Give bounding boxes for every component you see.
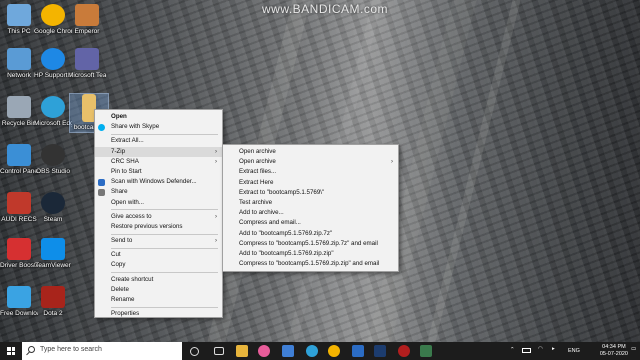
this-pc-icon[interactable]: This PC <box>0 4 38 35</box>
chevron-right-icon: › <box>215 238 217 245</box>
teamviewer-icon[interactable]: TeamViewer <box>34 238 72 269</box>
itunes-icon[interactable] <box>258 345 270 357</box>
submenu-extract-files[interactable]: Extract files... <box>223 167 398 177</box>
taskbar-search-box[interactable]: Type here to search <box>22 342 182 360</box>
notification-icon[interactable]: ▭ <box>631 346 636 360</box>
edge-taskbar-icon[interactable] <box>306 345 318 357</box>
control-panel-icon[interactable]: Control Panel <box>0 144 38 175</box>
emperor-icon[interactable]: Emperor <box>68 4 106 35</box>
submenu-open-archive-more[interactable]: Open archive › <box>223 157 398 167</box>
menu-item-properties[interactable]: Properties <box>95 309 222 319</box>
menu-item-copy[interactable]: Copy <box>95 260 222 270</box>
edge-icon[interactable]: Microsoft Edge <box>34 96 72 127</box>
menu-item-scan-defender[interactable]: Scan with Windows Defender... <box>95 177 222 187</box>
language-indicator[interactable]: ENG <box>568 348 580 360</box>
menu-item-share-skype[interactable]: Share with Skype <box>95 122 222 132</box>
chevron-up-icon[interactable]: ⌃ <box>510 347 515 360</box>
photoshop-icon[interactable] <box>374 345 386 357</box>
mail-icon[interactable] <box>352 345 364 357</box>
store-icon[interactable] <box>282 345 294 357</box>
battery-icon[interactable] <box>522 348 531 353</box>
7zip-submenu: Open archive Open archive › Extract file… <box>222 144 399 272</box>
steam-icon[interactable]: Steam <box>34 192 72 223</box>
menu-item-crc-sha[interactable]: CRC SHA › <box>95 157 222 167</box>
menu-item-restore-versions[interactable]: Restore previous versions <box>95 222 222 232</box>
menu-item-pin-to-start[interactable]: Pin to Start <box>95 167 222 177</box>
wifi-icon[interactable]: ◠ <box>538 346 543 360</box>
submenu-compress-7z-email[interactable]: Compress to "bootcamp5.1.5769.zip.7z" an… <box>223 239 398 249</box>
menu-separator <box>111 209 218 211</box>
menu-item-delete[interactable]: Delete <box>95 285 222 295</box>
context-menu: Open Share with Skype Extract All... 7-Z… <box>94 109 223 318</box>
menu-separator <box>111 247 218 249</box>
recycle-bin-icon[interactable]: Recycle Bin <box>0 96 38 127</box>
app-icon[interactable] <box>420 345 432 357</box>
free-download-icon[interactable]: Free Downloa... <box>0 286 38 317</box>
task-view-icon[interactable] <box>214 347 224 355</box>
skype-icon <box>98 124 105 132</box>
audio-recs-icon[interactable]: AUDI RECS <box>0 192 38 223</box>
search-placeholder: Type here to search <box>40 346 102 353</box>
menu-item-give-access[interactable]: Give access to › <box>95 212 222 222</box>
submenu-add-to-archive[interactable]: Add to archive... <box>223 208 398 218</box>
menu-separator <box>111 306 218 308</box>
obs-studio-icon[interactable]: OBS Studio <box>34 144 72 175</box>
teams-icon[interactable]: Microsoft Teams <box>68 48 106 79</box>
menu-item-share[interactable]: Share <box>95 187 222 197</box>
defender-shield-icon <box>98 179 105 187</box>
cortana-icon[interactable] <box>190 347 199 356</box>
menu-item-cut[interactable]: Cut <box>95 250 222 260</box>
chrome-taskbar-icon[interactable] <box>328 345 340 357</box>
submenu-extract-here[interactable]: Extract Here <box>223 178 398 188</box>
share-icon <box>98 189 105 197</box>
menu-separator <box>111 272 218 274</box>
hp-support-icon[interactable]: HP Support Assistant <box>34 48 72 79</box>
chevron-right-icon: › <box>391 159 393 166</box>
menu-separator <box>111 133 218 135</box>
submenu-add-to-zip[interactable]: Add to "bootcamp5.1.5769.zip.zip" <box>223 249 398 259</box>
chevron-right-icon: › <box>215 158 217 165</box>
menu-item-open-with[interactable]: Open with... <box>95 198 222 208</box>
windows-logo-icon <box>7 347 15 355</box>
submenu-open-archive[interactable]: Open archive <box>223 147 398 157</box>
menu-item-extract-all[interactable]: Extract All... <box>95 136 222 146</box>
menu-item-create-shortcut[interactable]: Create shortcut <box>95 275 222 285</box>
menu-item-7zip[interactable]: 7-Zip › <box>95 146 222 157</box>
volume-icon[interactable]: ▸ <box>552 346 555 360</box>
menu-item-rename[interactable]: Rename <box>95 295 222 305</box>
search-icon <box>28 346 35 353</box>
chevron-right-icon: › <box>215 213 217 220</box>
submenu-compress-zip-email[interactable]: Compress to "bootcamp5.1.5769.zip.zip" a… <box>223 259 398 269</box>
clock-time: 04:34 PM <box>602 344 626 350</box>
submenu-add-to-7z[interactable]: Add to "bootcamp5.1.5769.zip.7z" <box>223 229 398 239</box>
desktop[interactable]: www.BANDICAM.com This PC Network Recycle… <box>0 0 640 342</box>
clock-date: 05-07-2020 <box>599 351 628 357</box>
driver-booster-icon[interactable]: Driver Booster 7 <box>0 238 38 269</box>
taskbar: Type here to search ⌃ ◠ ▸ ENG 04:34 PM 0… <box>0 342 640 360</box>
chrome-icon[interactable]: Google Chrome <box>34 4 72 35</box>
network-icon[interactable]: Network <box>0 48 38 79</box>
menu-item-open[interactable]: Open <box>95 112 222 122</box>
bandicam-watermark: www.BANDICAM.com <box>262 2 389 16</box>
menu-separator <box>111 233 218 235</box>
bandicam-icon[interactable] <box>398 345 410 357</box>
dota2-icon[interactable]: Dota 2 <box>34 286 72 317</box>
menu-item-send-to[interactable]: Send to › <box>95 236 222 246</box>
submenu-compress-and-email[interactable]: Compress and email... <box>223 218 398 228</box>
submenu-extract-to-folder[interactable]: Extract to "bootcamp5.1.5769\" <box>223 188 398 198</box>
submenu-test-archive[interactable]: Test archive <box>223 198 398 208</box>
start-button[interactable] <box>0 342 22 360</box>
chevron-right-icon: › <box>215 148 217 155</box>
clock[interactable]: 04:34 PM 05-07-2020 <box>600 344 628 358</box>
file-explorer-icon[interactable] <box>236 345 248 357</box>
